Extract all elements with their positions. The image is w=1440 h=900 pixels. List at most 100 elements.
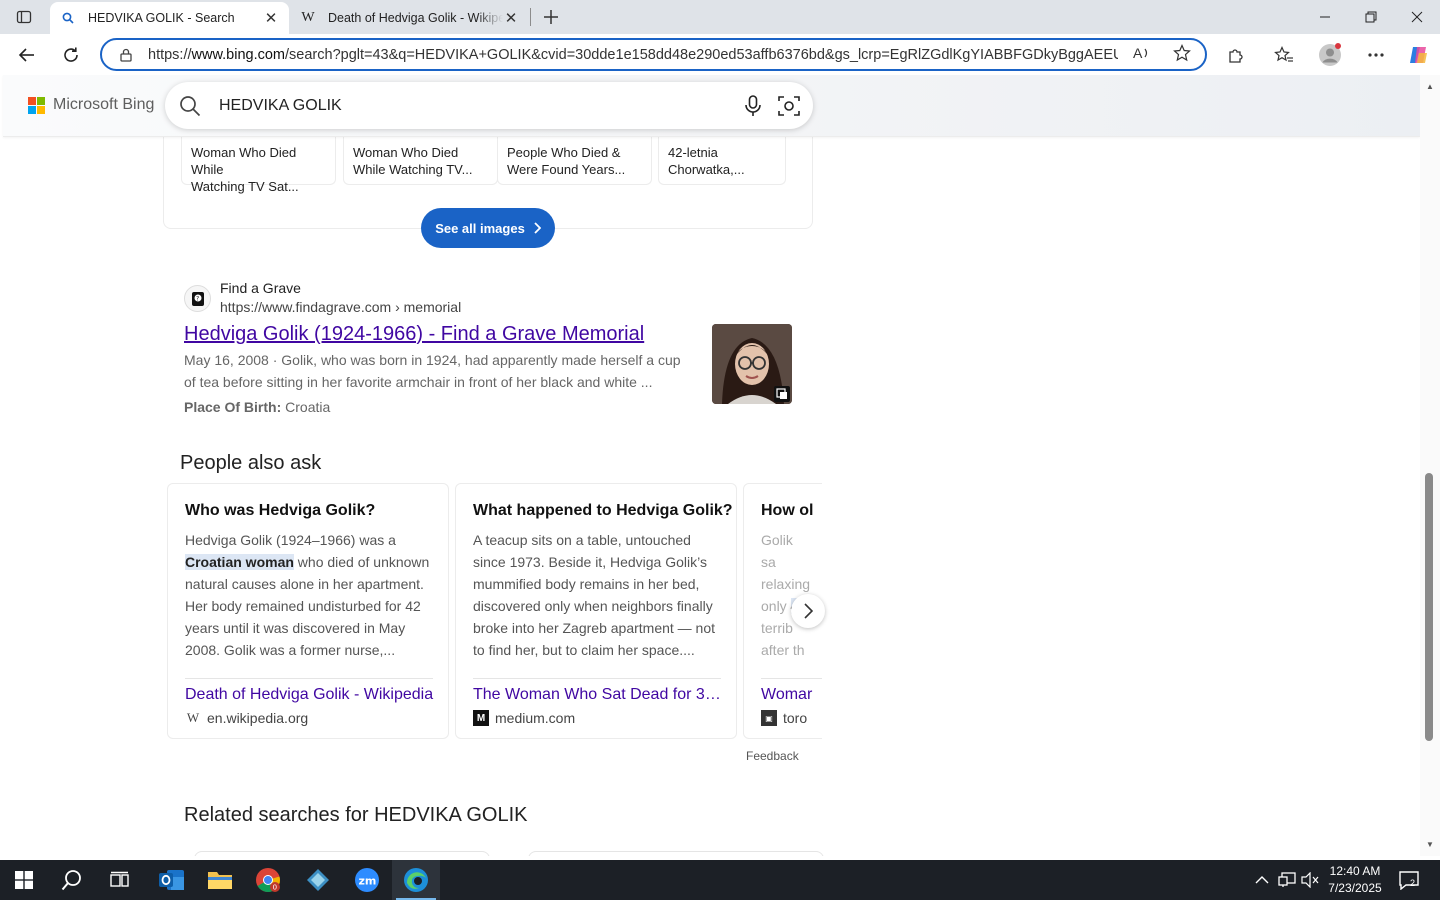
image-card[interactable]: People Who Died & Were Found Years... bbox=[497, 137, 652, 185]
findagrave-favicon-icon[interactable]: ? bbox=[184, 285, 211, 312]
paa-question[interactable]: How ol bbox=[761, 502, 813, 520]
image-card[interactable]: Woman Who Died While Watching TV Sat... bbox=[181, 137, 336, 194]
refresh-button[interactable] bbox=[56, 40, 86, 70]
profile-avatar[interactable] bbox=[1315, 40, 1345, 70]
divider bbox=[185, 678, 433, 679]
copilot-icon[interactable] bbox=[1403, 40, 1433, 70]
feedback-link[interactable]: Feedback bbox=[746, 749, 799, 763]
network-icon[interactable] bbox=[1277, 870, 1297, 890]
paa-next-button[interactable] bbox=[791, 594, 825, 628]
search-icon bbox=[60, 10, 76, 26]
new-tab-button[interactable] bbox=[538, 5, 564, 29]
bing-header: Microsoft Bing HEDVIKA GOLIK bbox=[3, 75, 1420, 137]
minimize-button[interactable] bbox=[1302, 0, 1348, 34]
close-tab-icon[interactable]: ✕ bbox=[503, 10, 519, 27]
paa-source[interactable]: W en.wikipedia.org bbox=[185, 710, 308, 726]
scroll-up-icon[interactable]: ▲ bbox=[1424, 81, 1436, 91]
visual-search-icon[interactable] bbox=[777, 94, 801, 118]
image-card-title: Woman Who Died While bbox=[191, 145, 297, 177]
paa-card[interactable]: What happened to Hedviga Golik? A teacup… bbox=[455, 483, 737, 739]
paa-answer: A teacup sits on a table, untouched sinc… bbox=[473, 532, 716, 658]
scroll-thumb[interactable] bbox=[1425, 473, 1433, 741]
start-button[interactable] bbox=[0, 860, 48, 900]
search-box[interactable]: HEDVIKA GOLIK bbox=[165, 82, 813, 129]
image-card-title: 42-letnia bbox=[668, 145, 718, 160]
paa-card[interactable]: Who was Hedviga Golik? Hedviga Golik (19… bbox=[167, 483, 449, 739]
result-thumbnail-image[interactable] bbox=[712, 324, 792, 404]
tab-title: Death of Hedviga Golik - Wikipedia bbox=[328, 11, 503, 25]
paa-source[interactable]: ▣ toro bbox=[761, 710, 807, 726]
scroll-down-icon[interactable]: ▼ bbox=[1424, 839, 1436, 849]
svg-text:zm: zm bbox=[359, 875, 377, 888]
restore-button[interactable] bbox=[1348, 0, 1394, 34]
image-card-title: People Who Died & bbox=[507, 145, 621, 160]
paa-question[interactable]: What happened to Hedviga Golik? bbox=[473, 502, 733, 520]
edge-icon[interactable] bbox=[392, 860, 440, 900]
divider bbox=[473, 678, 721, 679]
related-search-card[interactable] bbox=[194, 851, 490, 856]
search-icon[interactable] bbox=[179, 95, 201, 117]
close-window-button[interactable] bbox=[1394, 0, 1440, 34]
result-site-name[interactable]: Find a Grave bbox=[220, 280, 301, 296]
result-snippet: May 16, 2008 · Golik, who was born in 19… bbox=[184, 352, 681, 390]
address-url[interactable]: https://www.bing.com/search?pglt=43&q=HE… bbox=[148, 47, 1118, 63]
back-button[interactable] bbox=[12, 40, 42, 70]
bing-logo[interactable]: Microsoft Bing bbox=[28, 96, 154, 114]
show-hidden-icons-icon[interactable] bbox=[1252, 870, 1272, 890]
tab-actions-icon[interactable] bbox=[10, 5, 38, 29]
microphone-icon[interactable] bbox=[741, 94, 765, 118]
paa-source-link[interactable]: Womar bbox=[761, 686, 822, 704]
result-title-link[interactable]: Hedviga Golik (1924-1966) - Find a Grave… bbox=[184, 323, 644, 346]
related-searches-heading: Related searches for HEDVIKA GOLIK bbox=[184, 804, 528, 826]
browser-toolbar: https://www.bing.com/search?pglt=43&q=HE… bbox=[0, 34, 1440, 75]
address-bar[interactable]: https://www.bing.com/search?pglt=43&q=HE… bbox=[100, 38, 1207, 71]
people-also-ask-heading: People also ask bbox=[180, 452, 322, 474]
image-card[interactable]: Woman Who Died While Watching TV... bbox=[343, 137, 498, 185]
image-card-title: Chorwatka,... bbox=[668, 162, 745, 177]
search-input[interactable]: HEDVIKA GOLIK bbox=[219, 97, 741, 115]
paa-source-link[interactable]: Death of Hedviga Golik - Wikipedia bbox=[185, 686, 435, 704]
image-card-title: Woman Who Died bbox=[353, 145, 459, 160]
bing-logo-text: Microsoft Bing bbox=[53, 96, 155, 113]
image-card[interactable]: 42-letnia Chorwatka,... bbox=[658, 137, 786, 185]
search-icon[interactable] bbox=[48, 860, 96, 900]
chrome-icon[interactable]: 0 bbox=[244, 860, 292, 900]
tab-bing-search[interactable]: HEDVIKA GOLIK - Search ✕ bbox=[50, 2, 289, 34]
volume-muted-icon[interactable] bbox=[1300, 870, 1320, 890]
notifications-icon[interactable]: 2 bbox=[1396, 868, 1422, 892]
paa-question[interactable]: Who was Hedviga Golik? bbox=[185, 502, 375, 520]
divider bbox=[761, 678, 822, 679]
wikipedia-icon: W bbox=[186, 710, 200, 725]
file-explorer-icon[interactable] bbox=[196, 860, 244, 900]
lock-icon[interactable] bbox=[118, 47, 134, 63]
related-search-card[interactable] bbox=[528, 851, 824, 856]
extensions-icon[interactable] bbox=[1221, 40, 1251, 70]
tab-divider bbox=[530, 8, 531, 26]
outlook-icon[interactable] bbox=[148, 860, 196, 900]
more-options-icon[interactable] bbox=[1361, 40, 1391, 70]
favorite-star-icon[interactable] bbox=[1170, 41, 1194, 65]
see-all-images-label: See all images bbox=[435, 220, 525, 236]
see-all-images-button[interactable]: See all images bbox=[421, 208, 555, 248]
wikipedia-icon: W bbox=[301, 10, 315, 25]
task-view-icon[interactable] bbox=[96, 860, 144, 900]
result-place-of-birth: Place Of Birth: Croatia bbox=[184, 399, 331, 415]
browser-tab-strip: HEDVIKA GOLIK - Search ✕ W Death of Hedv… bbox=[0, 0, 1440, 34]
result-url[interactable]: https://www.findagrave.com › memorial bbox=[220, 299, 461, 315]
app-diamond-icon[interactable] bbox=[294, 860, 342, 900]
taskbar-clock[interactable]: 12:40 AM 7/23/2025 bbox=[1320, 863, 1390, 897]
close-tab-icon[interactable]: ✕ bbox=[263, 10, 279, 27]
zoom-icon[interactable]: zm bbox=[343, 860, 391, 900]
page-scrollbar[interactable]: ▲ ▼ bbox=[1420, 75, 1440, 856]
favorites-icon[interactable] bbox=[1269, 40, 1299, 70]
tab-wikipedia[interactable]: W Death of Hedviga Golik - Wikipedia ✕ bbox=[290, 2, 529, 34]
paa-source-link[interactable]: The Woman Who Sat Dead for 35... bbox=[473, 686, 723, 704]
svg-text:?: ? bbox=[196, 295, 199, 302]
read-aloud-icon[interactable]: A bbox=[1130, 41, 1154, 65]
medium-icon: M bbox=[473, 710, 489, 726]
clock-time: 12:40 AM bbox=[1329, 864, 1381, 878]
people-also-ask-carousel: Who was Hedviga Golik? Hedviga Golik (19… bbox=[166, 481, 822, 741]
paa-answer: Hedviga Golik (1924–1966) was a Croatian… bbox=[185, 532, 430, 658]
paa-source[interactable]: M medium.com bbox=[473, 710, 575, 726]
svg-text:0: 0 bbox=[273, 884, 277, 892]
